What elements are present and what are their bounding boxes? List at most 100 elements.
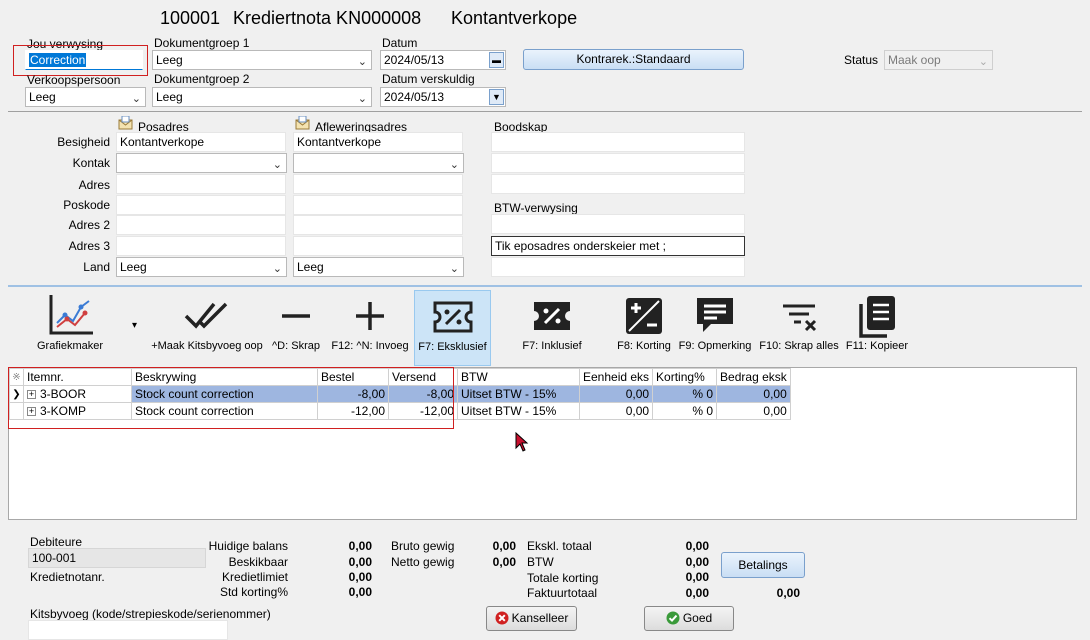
chevron-down-icon: ⌄ xyxy=(272,159,282,171)
envelope-icon xyxy=(295,116,310,130)
posadres-land-select[interactable]: Leeg ⌄ xyxy=(116,257,287,277)
chart-icon xyxy=(49,295,93,335)
boodskap-line1[interactable] xyxy=(491,132,745,152)
boodskap-line2[interactable] xyxy=(491,153,745,173)
toolbar-label: F7: Eksklusief xyxy=(418,341,487,353)
toolbar-label: F11: Kopieer xyxy=(845,340,909,352)
epos-line2[interactable] xyxy=(491,257,745,277)
dokumentgroep2-select[interactable]: Leeg ⌄ xyxy=(152,87,372,107)
goed-button[interactable]: Goed xyxy=(644,606,734,631)
dokumentgroep1-select[interactable]: Leeg ⌄ xyxy=(152,50,372,70)
btw-value: 0,00 xyxy=(685,555,709,569)
chevron-down-icon[interactable]: ▾ xyxy=(132,320,137,331)
posadres-adres-input[interactable] xyxy=(116,174,286,194)
status-label: Status xyxy=(844,53,879,67)
posadres-adres2-input[interactable] xyxy=(116,215,286,235)
chevron-down-icon: ⌄ xyxy=(449,263,459,275)
col-eenheid[interactable]: Eenheid eks xyxy=(578,368,654,386)
highlight-box xyxy=(8,367,454,429)
aflewering-poskode-input[interactable] xyxy=(293,195,463,215)
cell-korting[interactable]: % 0 xyxy=(652,402,718,420)
beskikbaar-value: 0,00 xyxy=(348,555,372,569)
adres3-label: Adres 3 xyxy=(68,239,110,253)
aflewering-kontak-select[interactable]: ⌄ xyxy=(293,153,464,173)
highlight-box xyxy=(13,45,148,76)
toolbar-inklusief[interactable]: F7: Inklusief xyxy=(512,292,592,364)
toolbar-maak-kitsbyvoeg[interactable]: +Maak Kitsbyvoeg oop xyxy=(148,292,266,364)
divider xyxy=(8,285,1082,287)
btw-label: BTW xyxy=(527,555,554,569)
divider xyxy=(8,111,1082,112)
datum-verskuldig-input[interactable]: 2024/05/13 ▼ xyxy=(380,87,506,107)
col-korting[interactable]: Korting% xyxy=(652,368,718,386)
verkoopspersoon-select[interactable]: Leeg ⌄ xyxy=(25,87,146,107)
toolbar-kopieer[interactable]: F11: Kopieer xyxy=(844,292,910,364)
comment-icon xyxy=(697,298,733,332)
cell-eenheid[interactable]: 0,00 xyxy=(578,385,654,403)
boodskap-line3[interactable] xyxy=(491,174,745,194)
posadres-kontak-select[interactable]: ⌄ xyxy=(116,153,287,173)
minus-icon xyxy=(282,314,310,318)
cell-bedrag[interactable]: 0,00 xyxy=(716,385,791,403)
cell-btw[interactable]: Uitset BTW - 15% xyxy=(457,385,580,403)
cell-bedrag[interactable]: 0,00 xyxy=(716,402,791,420)
toolbar-eksklusief[interactable]: F7: Eksklusief xyxy=(414,290,491,366)
kanselleer-button[interactable]: Kanselleer xyxy=(486,606,577,631)
aflewering-adres2-input[interactable] xyxy=(293,215,463,235)
col-btw[interactable]: BTW xyxy=(457,368,580,386)
cell-eenheid[interactable]: 0,00 xyxy=(578,402,654,420)
calendar-dropdown-icon[interactable]: ▼ xyxy=(489,89,504,105)
goed-label: Goed xyxy=(682,611,713,625)
ekskl-value: 0,00 xyxy=(685,539,709,553)
kitsbyvoeg-input[interactable] xyxy=(28,620,228,640)
cell-btw[interactable]: Uitset BTW - 15% xyxy=(457,402,580,420)
doc-customer: Kontantverkope xyxy=(451,8,578,28)
line-items-grid[interactable]: ※ Itemnr. Beskrywing Bestel Versend BTW … xyxy=(8,367,1077,520)
faktuurtotaal-value: 0,00 xyxy=(685,586,709,600)
toolbar-label: F12: ^N: Invoeg xyxy=(331,340,409,352)
toolbar-label: +Maak Kitsbyvoeg oop xyxy=(151,340,263,352)
posadres-adres3-input[interactable] xyxy=(116,236,286,256)
dokumentgroep1-value: Leeg xyxy=(156,53,183,67)
aflewering-adres-input[interactable] xyxy=(293,174,463,194)
betalings-button[interactable]: Betalings xyxy=(721,552,805,578)
check-icon xyxy=(666,611,680,625)
debiteure-value: 100-001 xyxy=(32,551,77,565)
totale-korting-label: Totale korting xyxy=(527,571,599,585)
aflewering-adres3-input[interactable] xyxy=(293,236,463,256)
double-check-icon xyxy=(184,302,228,329)
col-bedrag[interactable]: Bedrag eksk xyxy=(716,368,791,386)
toolbar-korting[interactable]: F8: Korting xyxy=(612,292,676,364)
posadres-besigheid-input[interactable]: Kontantverkope xyxy=(116,132,286,152)
toolbar-invoeg[interactable]: F12: ^N: Invoeg xyxy=(328,292,412,364)
calendar-dropdown-icon[interactable]: ▬ xyxy=(489,52,504,68)
huidige-balans-value: 0,00 xyxy=(348,539,372,553)
kredietlimiet-value: 0,00 xyxy=(348,570,372,584)
land-label: Land xyxy=(83,260,110,274)
plus-icon xyxy=(356,302,384,330)
cell-korting[interactable]: % 0 xyxy=(652,385,718,403)
toolbar-skrap-alles[interactable]: F10: Skrap alles xyxy=(756,292,842,364)
datum-input[interactable]: 2024/05/13 ▬ xyxy=(380,50,506,70)
status-select[interactable]: Maak oop ⌄ xyxy=(884,50,993,70)
eposadres-input[interactable]: Tik eposadres onderskeier met ; xyxy=(491,236,745,256)
btw-verwysing-input[interactable] xyxy=(491,214,745,234)
std-korting-value: 0,00 xyxy=(348,585,372,599)
faktuurtotaal-label: Faktuurtotaal xyxy=(527,586,598,600)
toolbar-skrap[interactable]: ^D: Skrap xyxy=(268,292,324,364)
filter-clear-icon xyxy=(783,304,817,332)
land-deliv-value: Leeg xyxy=(297,260,324,274)
kontrarek-button[interactable]: Kontrarek.:Standaard xyxy=(523,49,744,70)
percent-ticket-filled-icon xyxy=(534,302,570,330)
posadres-poskode-input[interactable] xyxy=(116,195,286,215)
toolbar-opmerking[interactable]: F9: Opmerking xyxy=(678,292,752,364)
datum-label: Datum xyxy=(382,36,418,50)
copy-icon xyxy=(859,296,895,338)
percent-ticket-icon xyxy=(433,301,472,333)
land-post-value: Leeg xyxy=(120,260,147,274)
btw-verwysing-label: BTW-verwysing xyxy=(494,201,578,215)
aflewering-land-select[interactable]: Leeg ⌄ xyxy=(293,257,464,277)
toolbar-grafiekmaker[interactable]: Grafiekmaker xyxy=(30,292,110,364)
faktuurtotaal-value-2: 0,00 xyxy=(776,586,800,600)
aflewering-besigheid-input[interactable]: Kontantverkope xyxy=(293,132,463,152)
